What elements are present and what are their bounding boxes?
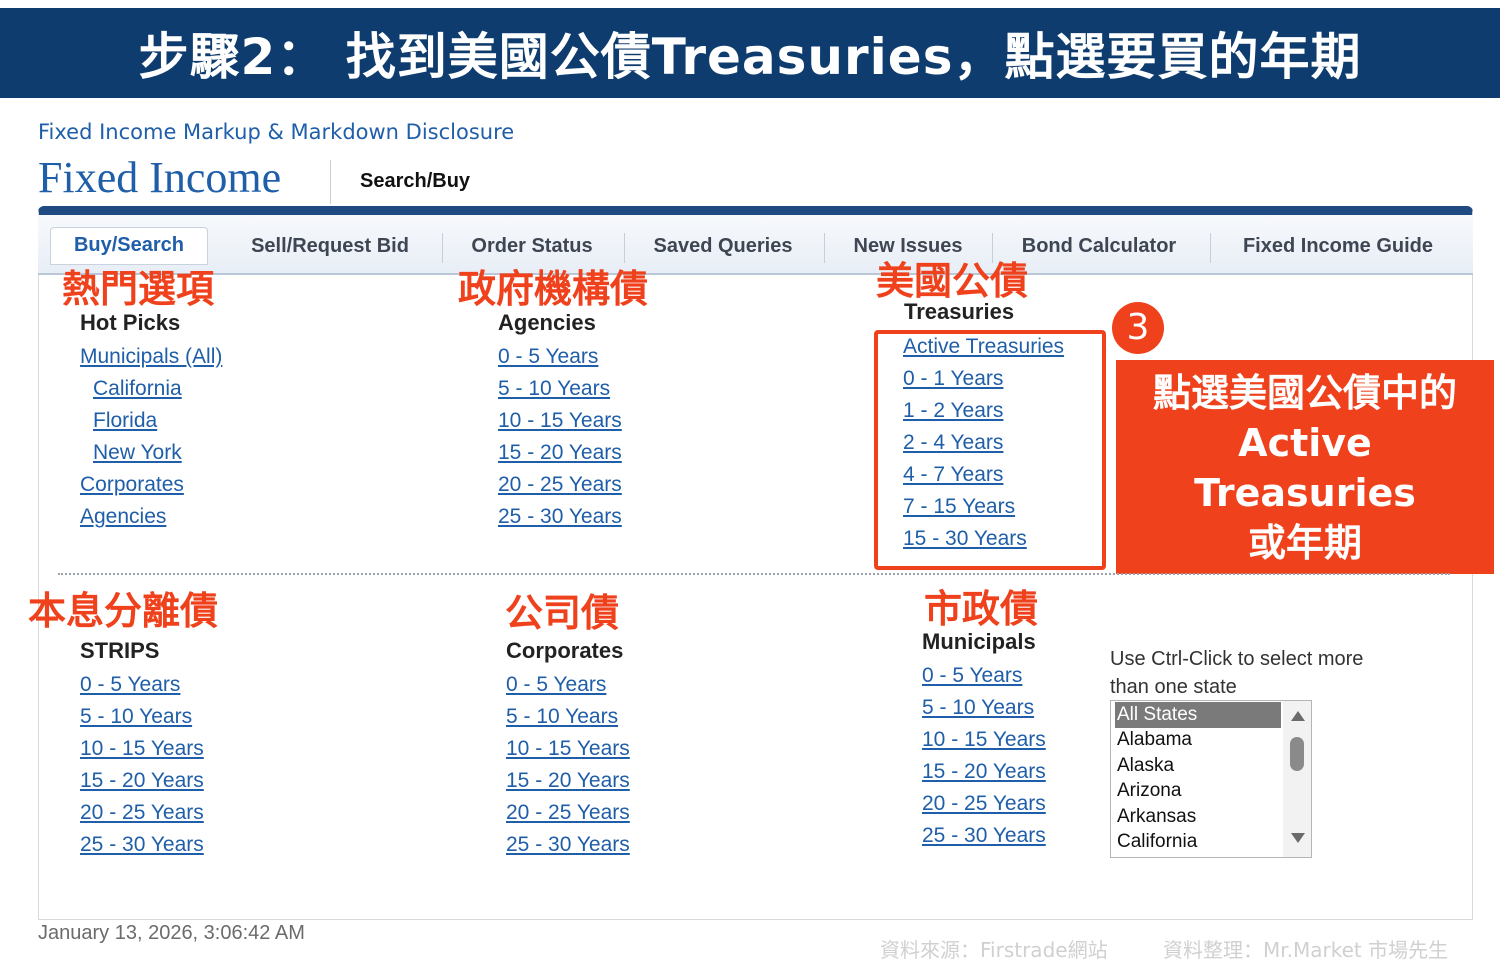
tab-bond-calculator[interactable]: Bond Calculator bbox=[1006, 229, 1192, 263]
state-option-california[interactable]: California bbox=[1115, 829, 1281, 855]
state-option-arkansas[interactable]: Arkansas bbox=[1115, 804, 1281, 830]
strips-link-5-10[interactable]: 5 - 10 Years bbox=[80, 705, 192, 729]
markup-disclosure-link[interactable]: Fixed Income Markup & Markdown Disclosur… bbox=[38, 120, 514, 144]
tab-fixed-income-guide[interactable]: Fixed Income Guide bbox=[1224, 229, 1452, 263]
municipals-link-10-15[interactable]: 10 - 15 Years bbox=[922, 728, 1046, 752]
municipals-link-25-30[interactable]: 25 - 30 Years bbox=[922, 824, 1046, 848]
instruction-callout: 點選美國公債中的 Active Treasuries 或年期 bbox=[1116, 360, 1494, 574]
strips-heading: STRIPS bbox=[80, 638, 160, 663]
agencies-heading: Agencies bbox=[498, 310, 596, 335]
municipals-link-20-25[interactable]: 20 - 25 Years bbox=[922, 792, 1046, 816]
treasuries-link-1-2[interactable]: 1 - 2 Years bbox=[903, 399, 1003, 423]
municipals-link-0-5[interactable]: 0 - 5 Years bbox=[922, 664, 1022, 688]
callout-line: 點選美國公債中的 bbox=[1152, 371, 1457, 415]
callout-line: 或年期 bbox=[1247, 521, 1362, 565]
annotation-strips: 本息分離債 bbox=[28, 589, 219, 633]
corporates-link-25-30[interactable]: 25 - 30 Years bbox=[506, 833, 630, 857]
annotation-corporates: 公司債 bbox=[505, 591, 620, 635]
treasuries-link-4-7[interactable]: 4 - 7 Years bbox=[903, 463, 1003, 487]
state-scrollbar[interactable] bbox=[1283, 701, 1311, 857]
instruction-banner: 步驟2： 找到美國公債Treasuries，點選要買的年期 bbox=[0, 8, 1500, 98]
state-multiselect[interactable]: All States Alabama Alaska Arizona Arkans… bbox=[1110, 700, 1312, 858]
corporates-link-10-15[interactable]: 10 - 15 Years bbox=[506, 737, 630, 761]
municipals-heading: Municipals bbox=[922, 629, 1036, 654]
strips-link-20-25[interactable]: 20 - 25 Years bbox=[80, 801, 204, 825]
strips-link-15-20[interactable]: 15 - 20 Years bbox=[80, 769, 204, 793]
tab-sell-request-bid[interactable]: Sell/Request Bid bbox=[230, 229, 430, 263]
page-title: Fixed Income bbox=[38, 153, 282, 202]
tab-separator bbox=[824, 233, 825, 263]
agencies-link-15-20[interactable]: 15 - 20 Years bbox=[498, 441, 622, 465]
title-divider bbox=[330, 160, 331, 204]
corporates-link-5-10[interactable]: 5 - 10 Years bbox=[506, 705, 618, 729]
section-divider bbox=[58, 573, 1450, 575]
municipals-link-5-10[interactable]: 5 - 10 Years bbox=[922, 696, 1034, 720]
state-option-all-states[interactable]: All States bbox=[1115, 702, 1281, 728]
hint-line: than one state bbox=[1110, 676, 1237, 698]
corporates-link-15-20[interactable]: 15 - 20 Years bbox=[506, 769, 630, 793]
tab-separator bbox=[1210, 233, 1211, 263]
treasuries-link-15-30[interactable]: 15 - 30 Years bbox=[903, 527, 1027, 551]
state-option-alaska[interactable]: Alaska bbox=[1115, 753, 1281, 779]
hot-link-california[interactable]: California bbox=[93, 377, 182, 401]
strips-link-10-15[interactable]: 10 - 15 Years bbox=[80, 737, 204, 761]
annotation-hot-picks: 熱門選項 bbox=[62, 267, 215, 311]
agencies-link-10-15[interactable]: 10 - 15 Years bbox=[498, 409, 622, 433]
scroll-thumb[interactable] bbox=[1290, 737, 1304, 771]
state-select-hint: Use Ctrl-Click to select more than one s… bbox=[1110, 645, 1363, 701]
state-option-arizona[interactable]: Arizona bbox=[1115, 778, 1281, 804]
treasuries-link-0-1[interactable]: 0 - 1 Years bbox=[903, 367, 1003, 391]
corporates-heading: Corporates bbox=[506, 638, 624, 663]
treasuries-link-active[interactable]: Active Treasuries bbox=[903, 335, 1064, 359]
tab-bar: Buy/Search Sell/Request Bid Order Status… bbox=[38, 215, 1473, 275]
step-number-badge: 3 bbox=[1112, 302, 1164, 354]
agencies-link-25-30[interactable]: 25 - 30 Years bbox=[498, 505, 622, 529]
tab-separator bbox=[442, 233, 443, 263]
tab-saved-queries[interactable]: Saved Queries bbox=[638, 229, 808, 263]
corporates-link-20-25[interactable]: 20 - 25 Years bbox=[506, 801, 630, 825]
municipals-link-15-20[interactable]: 15 - 20 Years bbox=[922, 760, 1046, 784]
callout-line: Active bbox=[1238, 421, 1372, 465]
agencies-link-5-10[interactable]: 5 - 10 Years bbox=[498, 377, 610, 401]
callout-line: Treasuries bbox=[1194, 471, 1416, 515]
agencies-link-0-5[interactable]: 0 - 5 Years bbox=[498, 345, 598, 369]
page-subtitle: Search/Buy bbox=[360, 170, 471, 192]
state-option-alabama[interactable]: Alabama bbox=[1115, 727, 1281, 753]
treasuries-link-2-4[interactable]: 2 - 4 Years bbox=[903, 431, 1003, 455]
hot-picks-heading: Hot Picks bbox=[80, 310, 181, 335]
annotation-municipals: 市政債 bbox=[924, 587, 1039, 631]
strips-link-25-30[interactable]: 25 - 30 Years bbox=[80, 833, 204, 857]
compiled-credit: 資料整理：Mr.Market 市場先生 bbox=[1163, 938, 1449, 962]
timestamp: January 13, 2026, 3:06:42 AM bbox=[38, 922, 305, 944]
source-credit: 資料來源：Firstrade網站 bbox=[880, 938, 1108, 962]
corporates-link-0-5[interactable]: 0 - 5 Years bbox=[506, 673, 606, 697]
agencies-link-20-25[interactable]: 20 - 25 Years bbox=[498, 473, 622, 497]
hint-line: Use Ctrl-Click to select more bbox=[1110, 648, 1364, 670]
hot-link-florida[interactable]: Florida bbox=[93, 409, 157, 433]
hot-link-municipals-all[interactable]: Municipals (All) bbox=[80, 345, 222, 369]
annotation-treasuries: 美國公債 bbox=[876, 259, 1029, 303]
treasuries-heading: Treasuries bbox=[904, 299, 1015, 324]
hot-link-new-york[interactable]: New York bbox=[93, 441, 182, 465]
hot-link-corporates[interactable]: Corporates bbox=[80, 473, 184, 497]
strips-link-0-5[interactable]: 0 - 5 Years bbox=[80, 673, 180, 697]
scroll-down-icon[interactable] bbox=[1291, 833, 1305, 843]
annotation-agencies: 政府機構債 bbox=[458, 267, 649, 311]
treasuries-link-7-15[interactable]: 7 - 15 Years bbox=[903, 495, 1015, 519]
hot-link-agencies[interactable]: Agencies bbox=[80, 505, 166, 529]
scroll-up-icon[interactable] bbox=[1291, 711, 1305, 721]
